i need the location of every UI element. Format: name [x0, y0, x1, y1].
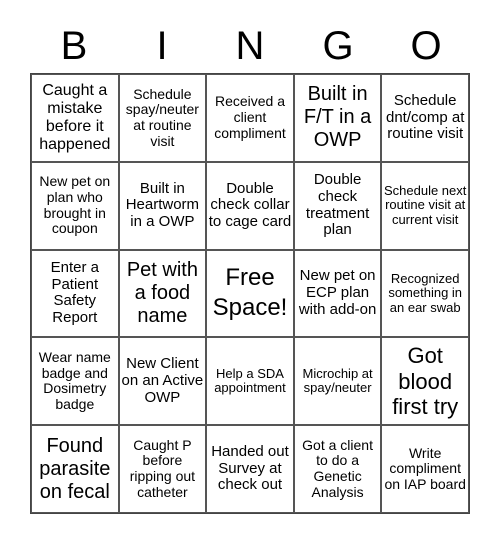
bingo-cell[interactable]: New pet on ECP plan with add-on: [293, 249, 382, 338]
bingo-cell[interactable]: Schedule spay/neuter at routine visit: [118, 74, 207, 162]
bingo-cell[interactable]: Built in Heartworm in a OWP: [118, 161, 207, 250]
bingo-cell[interactable]: Recognized something in an ear swab: [381, 249, 469, 338]
bingo-cell[interactable]: New Client on an Active OWP: [118, 337, 207, 426]
bingo-cell[interactable]: Built in F/T in a OWP: [293, 74, 382, 162]
bingo-cell[interactable]: New pet on plan who brought in coupon: [31, 161, 119, 250]
header-letter-i: I: [156, 24, 168, 68]
bingo-cell[interactable]: Schedule dnt/comp at routine visit: [381, 74, 469, 162]
bingo-cell[interactable]: Schedule next routine visit at current v…: [381, 161, 469, 250]
bingo-cell[interactable]: Enter a Patient Safety Report: [31, 249, 119, 338]
bingo-cell[interactable]: Caught P before ripping out catheter: [118, 425, 207, 513]
header-letter-b: B: [60, 24, 88, 68]
bingo-cell[interactable]: Microchip at spay/neuter: [293, 337, 382, 426]
bingo-grid: Caught a mistake before it happened Sche…: [30, 73, 470, 514]
bingo-cell[interactable]: Double check treatment plan: [293, 161, 382, 250]
bingo-cell[interactable]: Help a SDA appointment: [206, 337, 294, 426]
bingo-cell[interactable]: Handed out Survey at check out: [206, 425, 294, 513]
bingo-cell[interactable]: Received a client compliment: [206, 74, 294, 162]
bingo-cell[interactable]: Found parasite on fecal: [31, 425, 119, 513]
bingo-header: B I N G O: [30, 20, 470, 73]
bingo-cell[interactable]: Got a client to do a Genetic Analysis: [293, 425, 382, 513]
bingo-cell[interactable]: Caught a mistake before it happened: [31, 74, 119, 162]
bingo-cell[interactable]: Got blood first try: [381, 337, 469, 426]
header-letter-n: N: [235, 24, 265, 68]
bingo-cell[interactable]: Pet with a food name: [118, 249, 207, 338]
free-space-cell[interactable]: Free Space!: [206, 249, 294, 338]
bingo-cell[interactable]: Write compliment on IAP board: [381, 425, 469, 513]
header-letter-g: G: [322, 24, 354, 68]
bingo-cell[interactable]: Double check collar to cage card: [206, 161, 294, 250]
bingo-cell[interactable]: Wear name badge and Dosimetry badge: [31, 337, 119, 426]
header-letter-o: O: [410, 24, 442, 68]
